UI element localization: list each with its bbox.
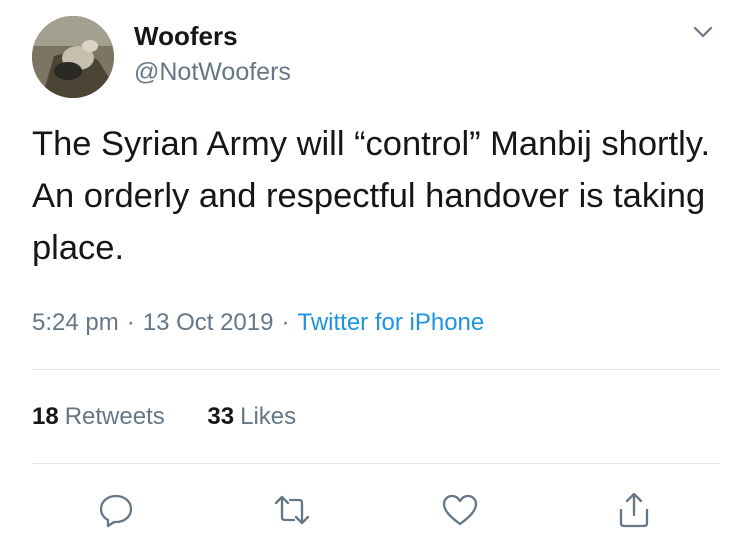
retweets-label: Retweets: [64, 403, 165, 430]
meta-separator: ·: [126, 309, 135, 336]
tweet-stats: 18 Retweets 33 Likes: [32, 400, 296, 434]
divider: [32, 463, 720, 464]
tweet-meta: 5:24 pm · 13 Oct 2019 · Twitter for iPhone: [32, 306, 484, 340]
display-name[interactable]: Woofers: [134, 20, 238, 52]
meta-separator: ·: [281, 309, 290, 336]
avatar[interactable]: [32, 16, 114, 98]
likes-label: Likes: [240, 403, 297, 430]
like-icon[interactable]: [440, 490, 480, 530]
likes-count: 33: [207, 403, 235, 430]
user-handle[interactable]: @NotWoofers: [134, 56, 291, 88]
chevron-down-icon[interactable]: [686, 18, 720, 48]
tweet-time[interactable]: 5:24 pm: [32, 309, 119, 336]
divider: [32, 369, 720, 370]
tweet-source-link[interactable]: Twitter for iPhone: [297, 309, 484, 336]
likes-stat[interactable]: 33 Likes: [207, 400, 296, 434]
retweet-icon[interactable]: [272, 490, 312, 530]
retweets-count: 18: [32, 403, 59, 430]
reply-icon[interactable]: [96, 490, 136, 530]
share-icon[interactable]: [614, 490, 654, 530]
retweets-stat[interactable]: 18 Retweets: [32, 400, 165, 434]
tweet-date[interactable]: 13 Oct 2019: [143, 309, 274, 336]
tweet-text: The Syrian Army will “control” Manbij sh…: [32, 125, 711, 267]
